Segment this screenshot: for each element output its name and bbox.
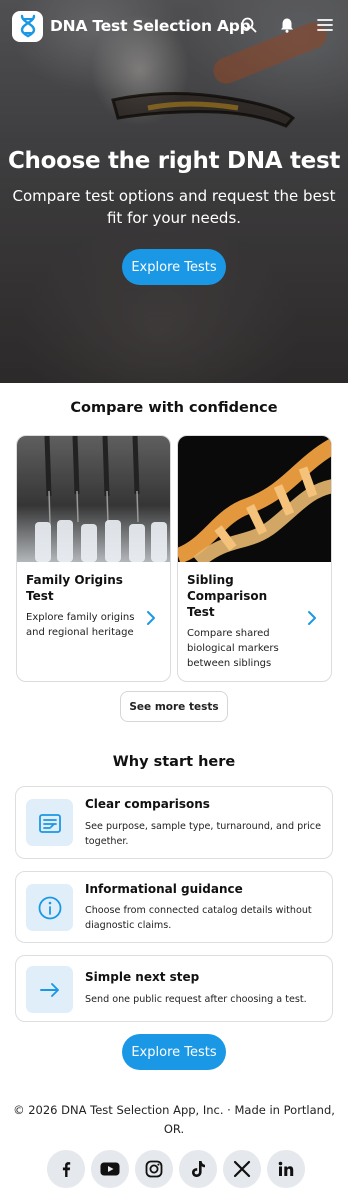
feature-card-simple-next-step: Simple next step Send one public request…: [15, 955, 333, 1022]
feature-title: Clear comparisons: [85, 797, 210, 811]
feature-title: Simple next step: [85, 970, 200, 984]
youtube-icon[interactable]: [91, 1150, 129, 1188]
explore-tests-button[interactable]: Explore Tests: [122, 249, 226, 285]
card-title: Family Origins Test: [26, 573, 123, 603]
feature-description: See purpose, sample type, turnaround, an…: [85, 821, 321, 847]
feature-title: Informational guidance: [85, 882, 243, 896]
hero-subtitle: Compare test options and request the bes…: [12, 187, 336, 227]
chevron-right-icon[interactable]: [144, 610, 158, 626]
facebook-icon[interactable]: [47, 1150, 85, 1188]
feature-card-clear-comparisons: Clear comparisons See purpose, sample ty…: [15, 786, 333, 859]
card-description: Compare shared biological markers betwee…: [187, 628, 279, 669]
arrow-right-icon: [26, 966, 73, 1013]
why-section-title: Why start here: [112, 754, 236, 770]
footer-copyright: © 2026 DNA Test Selection App, Inc. · Ma…: [13, 1103, 335, 1136]
see-more-tests-button[interactable]: See more tests: [120, 691, 228, 722]
compare-section-title: Compare with confidence: [70, 400, 278, 416]
chevron-right-icon[interactable]: [305, 610, 319, 626]
menu-icon[interactable]: [314, 14, 336, 36]
info-icon: [26, 884, 73, 931]
search-icon[interactable]: [238, 14, 260, 36]
explore-tests-button-bottom[interactable]: Explore Tests: [122, 1034, 226, 1070]
feature-description: Send one public request after choosing a…: [85, 994, 307, 1005]
card-title: Sibling Comparison Test: [187, 573, 268, 619]
feature-card-informational-guidance: Informational guidance Choose from conne…: [15, 871, 333, 943]
card-description: Explore family origins and regional heri…: [26, 612, 135, 638]
linkedin-icon[interactable]: [267, 1150, 305, 1188]
test-card-sibling-comparison[interactable]: Sibling Comparison Test Compare shared b…: [177, 435, 332, 682]
dna-logo-icon[interactable]: [12, 10, 43, 42]
hero-section: DNA Test Selection App Choose the right …: [0, 0, 348, 383]
x-icon[interactable]: [223, 1150, 261, 1188]
lab-pipettes-image: [17, 436, 170, 562]
comparison-list-icon: [26, 799, 73, 846]
dna-helix-image: [178, 436, 331, 562]
instagram-icon[interactable]: [135, 1150, 173, 1188]
feature-description: Choose from connected catalog details wi…: [85, 905, 312, 931]
top-navigation-bar: DNA Test Selection App: [0, 0, 348, 52]
hero-title: Choose the right DNA test: [7, 148, 341, 174]
social-links: [47, 1150, 305, 1188]
test-card-family-origins[interactable]: Family Origins Test Explore family origi…: [16, 435, 171, 682]
notification-bell-icon[interactable]: [276, 14, 298, 36]
app-title[interactable]: DNA Test Selection App: [50, 17, 251, 35]
tiktok-icon[interactable]: [179, 1150, 217, 1188]
